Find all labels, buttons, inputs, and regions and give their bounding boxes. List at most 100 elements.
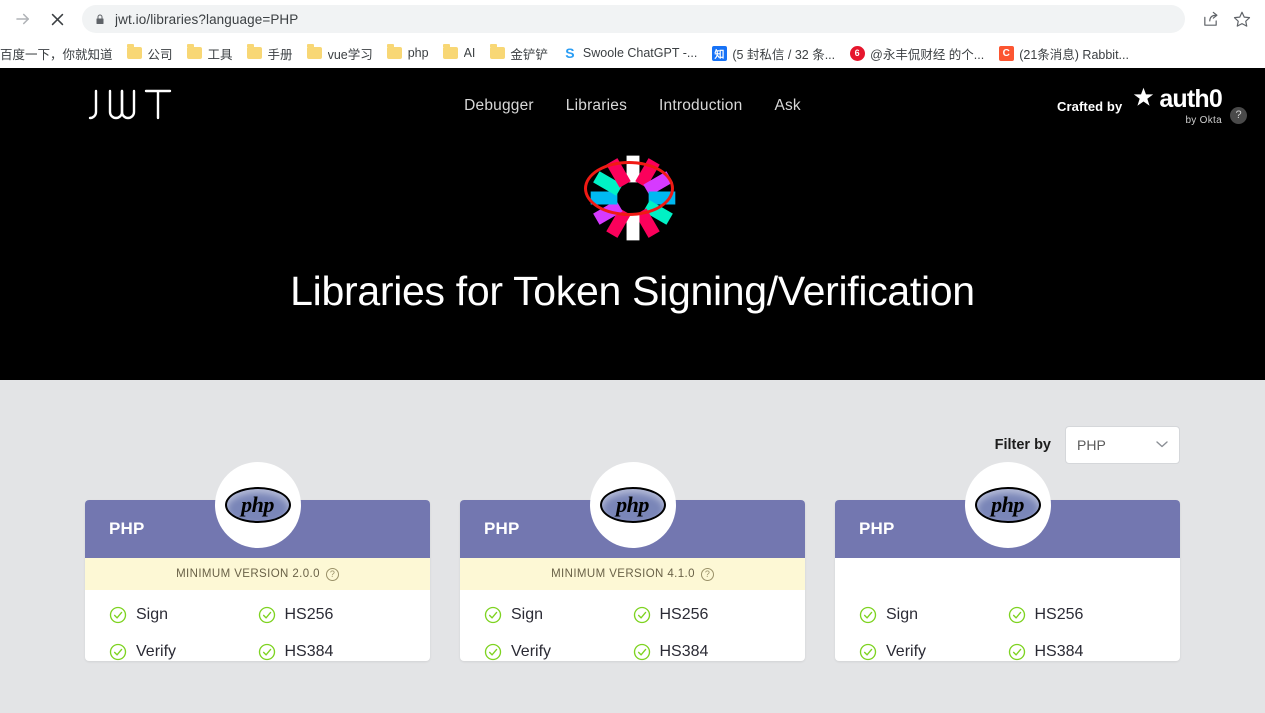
check-circle-icon: [109, 643, 127, 661]
question-mark-icon[interactable]: ?: [1230, 107, 1247, 124]
minimum-version-banner: MINIMUM VERSION 4.1.0?: [460, 558, 805, 590]
check-circle-icon: [859, 606, 877, 624]
library-card[interactable]: phpPHPMINIMUM VERSION 2.0.0?SignHS256Ver…: [85, 500, 430, 661]
nav-libraries[interactable]: Libraries: [564, 93, 629, 119]
nav-debugger[interactable]: Debugger: [462, 93, 536, 119]
library-card[interactable]: phpPHPMINIMUM VERSION 4.1.0?SignHS256Ver…: [460, 500, 805, 661]
question-circle-icon[interactable]: ?: [326, 568, 339, 581]
feature-item: Sign: [109, 606, 258, 624]
bookmark-label: Swoole ChatGPT -...: [583, 46, 697, 60]
library-card[interactable]: phpPHPSignHS256VerifyHS384: [835, 500, 1180, 661]
php-elephant-logo: php: [590, 462, 676, 548]
folder-icon: [127, 45, 143, 61]
php-elephant-logo: php: [215, 462, 301, 548]
folder-icon: [307, 45, 323, 61]
feature-grid: Sign HS256 Verify HS384: [460, 590, 805, 661]
feature-item: Verify: [484, 643, 633, 661]
browser-toolbar: jwt.io/libraries?language=PHP: [0, 0, 1265, 38]
language-filter-select[interactable]: PHP: [1065, 426, 1180, 464]
bookmark-item[interactable]: 金铲铲: [482, 41, 555, 65]
nav-introduction[interactable]: Introduction: [657, 93, 744, 119]
bookmark-item[interactable]: C(21条消息) Rabbit...: [991, 41, 1136, 65]
feature-item: HS256: [633, 606, 782, 624]
question-circle-icon[interactable]: ?: [701, 568, 714, 581]
minimum-version-text: MINIMUM VERSION 4.1.0: [551, 568, 695, 580]
bookmark-item[interactable]: S Swoole ChatGPT -...: [555, 41, 704, 65]
feature-item: HS384: [1008, 643, 1157, 661]
minimum-version-banner: MINIMUM VERSION 2.0.0?: [85, 558, 430, 590]
card-language-label: PHP: [109, 519, 145, 539]
feature-label: HS256: [1035, 606, 1084, 624]
forward-arrow-icon[interactable]: [8, 4, 38, 34]
bookmark-item[interactable]: 百度一下，你就知道: [0, 41, 120, 65]
bookmark-item[interactable]: 手册: [240, 41, 300, 65]
zhihu-icon: 知: [711, 45, 727, 61]
filter-row: Filter by PHP: [85, 380, 1180, 464]
crafted-by-block: Crafted by auth0 by Okta ?: [1057, 86, 1247, 126]
bookmark-item[interactable]: AI: [436, 41, 483, 65]
folder-icon: [247, 45, 263, 61]
filter-selected-value: PHP: [1077, 437, 1106, 453]
nav-ask[interactable]: Ask: [772, 93, 802, 119]
check-circle-icon: [859, 643, 877, 661]
version-banner-placeholder: [835, 558, 1180, 590]
chevron-down-icon: [1156, 439, 1168, 451]
check-circle-icon: [484, 643, 502, 661]
bookmark-label: @永丰侃财经 的个...: [870, 44, 984, 63]
bookmark-label: 金铲铲: [510, 44, 548, 63]
bookmark-label: AI: [464, 46, 476, 60]
feature-item: Sign: [859, 606, 1008, 624]
bookmark-label: 工具: [208, 44, 233, 63]
stop-close-icon[interactable]: [42, 4, 72, 34]
feature-item: Sign: [484, 606, 633, 624]
crafted-by-label: Crafted by: [1057, 99, 1122, 114]
url-text: jwt.io/libraries?language=PHP: [115, 12, 298, 27]
feature-label: Sign: [886, 606, 918, 624]
check-circle-icon: [109, 606, 127, 624]
feature-item: HS256: [258, 606, 407, 624]
bookmark-item[interactable]: 公司: [120, 41, 180, 65]
bookmark-item[interactable]: 6@永丰侃财经 的个...: [842, 41, 991, 65]
check-circle-icon: [1008, 606, 1026, 624]
feature-grid: Sign HS256 VerifyHS384: [835, 590, 1180, 661]
bookmark-label: (5 封私信 / 32 条...: [732, 44, 835, 63]
php-logo-text: php: [616, 494, 649, 516]
minimum-version-text: MINIMUM VERSION 2.0.0: [176, 568, 320, 580]
auth0-wordmark: auth0: [1159, 87, 1222, 112]
share-icon[interactable]: [1195, 4, 1225, 34]
bookmark-item[interactable]: 知 (5 封私信 / 32 条...: [704, 41, 842, 65]
feature-label: HS384: [660, 643, 709, 661]
swoole-icon: S: [562, 45, 578, 61]
feature-label: Sign: [136, 606, 168, 624]
php-logo-text: php: [991, 494, 1024, 516]
feature-label: Sign: [511, 606, 543, 624]
bookmark-item[interactable]: 工具: [180, 41, 240, 65]
feature-item: Verify: [859, 643, 1008, 661]
hero-section: Debugger Libraries Introduction Ask Craf…: [0, 68, 1265, 380]
bookmark-label: 手册: [268, 44, 293, 63]
bookmark-item[interactable]: vue学习: [300, 41, 380, 65]
card-language-label: PHP: [859, 519, 895, 539]
folder-icon: [187, 45, 203, 61]
feature-label: Verify: [511, 643, 551, 661]
feature-item: HS256: [1008, 606, 1157, 624]
check-circle-icon: [633, 606, 651, 624]
site-navigation: Debugger Libraries Introduction Ask Craf…: [0, 68, 1265, 144]
address-bar[interactable]: jwt.io/libraries?language=PHP: [82, 5, 1185, 33]
libraries-content: Filter by PHP php PHP MINIMUM VERSION 2.0.…: [0, 380, 1265, 713]
check-circle-icon: [484, 606, 502, 624]
auth0-brand[interactable]: auth0 by Okta: [1130, 86, 1222, 126]
bookmark-label: 公司: [148, 44, 173, 63]
folder-icon: [443, 45, 459, 61]
bookmark-item[interactable]: php: [380, 41, 436, 65]
toolbar-actions: [1195, 4, 1257, 34]
library-cards: phpPHPMINIMUM VERSION 2.0.0?SignHS256Ver…: [85, 500, 1180, 661]
by-okta-label: by Okta: [1185, 115, 1222, 126]
jwt-wordmark-logo[interactable]: [86, 86, 186, 126]
php-elephant-logo: php: [965, 462, 1051, 548]
check-circle-icon: [1008, 643, 1026, 661]
star-icon[interactable]: [1227, 4, 1257, 34]
nav-links: Debugger Libraries Introduction Ask: [462, 93, 803, 119]
folder-icon: [489, 45, 505, 61]
check-circle-icon: [258, 606, 276, 624]
